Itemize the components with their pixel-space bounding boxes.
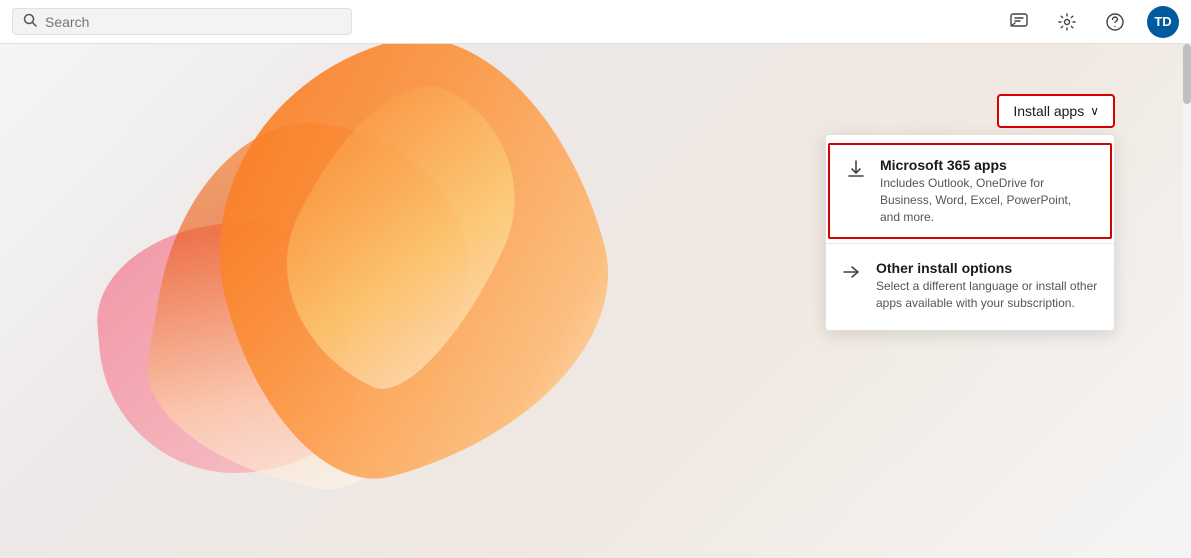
dropdown-divider: [826, 243, 1114, 244]
other-item-text: Other install options Select a different…: [876, 260, 1098, 312]
avatar-initials: TD: [1154, 14, 1171, 29]
other-item-desc: Select a different language or install o…: [876, 278, 1098, 312]
m365-item-text: Microsoft 365 apps Includes Outlook, One…: [880, 157, 1094, 225]
search-icon: [23, 13, 37, 30]
download-icon: [846, 159, 866, 184]
avatar-button[interactable]: TD: [1147, 6, 1179, 38]
arrow-right-icon: [842, 262, 862, 287]
settings-icon: [1057, 12, 1077, 32]
feedback-icon: [1009, 12, 1029, 32]
help-icon: [1105, 12, 1125, 32]
install-apps-dropdown: Microsoft 365 apps Includes Outlook, One…: [825, 134, 1115, 331]
other-item-title: Other install options: [876, 260, 1098, 276]
m365-item-title: Microsoft 365 apps: [880, 157, 1094, 173]
search-bar[interactable]: [12, 8, 352, 35]
header-icons: TD: [1003, 6, 1179, 38]
scrollbar[interactable]: [1183, 44, 1191, 558]
m365-install-option[interactable]: Microsoft 365 apps Includes Outlook, One…: [828, 143, 1112, 239]
feedback-button[interactable]: [1003, 6, 1035, 38]
install-apps-chevron: ∨: [1090, 104, 1099, 118]
header: TD: [0, 0, 1191, 44]
settings-button[interactable]: [1051, 6, 1083, 38]
scrollbar-thumb[interactable]: [1183, 44, 1191, 104]
m365-item-desc: Includes Outlook, OneDrive for Business,…: [880, 175, 1094, 225]
search-input[interactable]: [45, 14, 341, 30]
other-install-option[interactable]: Other install options Select a different…: [826, 248, 1114, 324]
abstract-shape-container: [100, 44, 800, 558]
main-area: Install apps ∨ Microsoft 365 apps Includ…: [0, 44, 1191, 558]
install-apps-label: Install apps: [1013, 103, 1084, 119]
install-apps-button[interactable]: Install apps ∨: [997, 94, 1115, 128]
help-button[interactable]: [1099, 6, 1131, 38]
